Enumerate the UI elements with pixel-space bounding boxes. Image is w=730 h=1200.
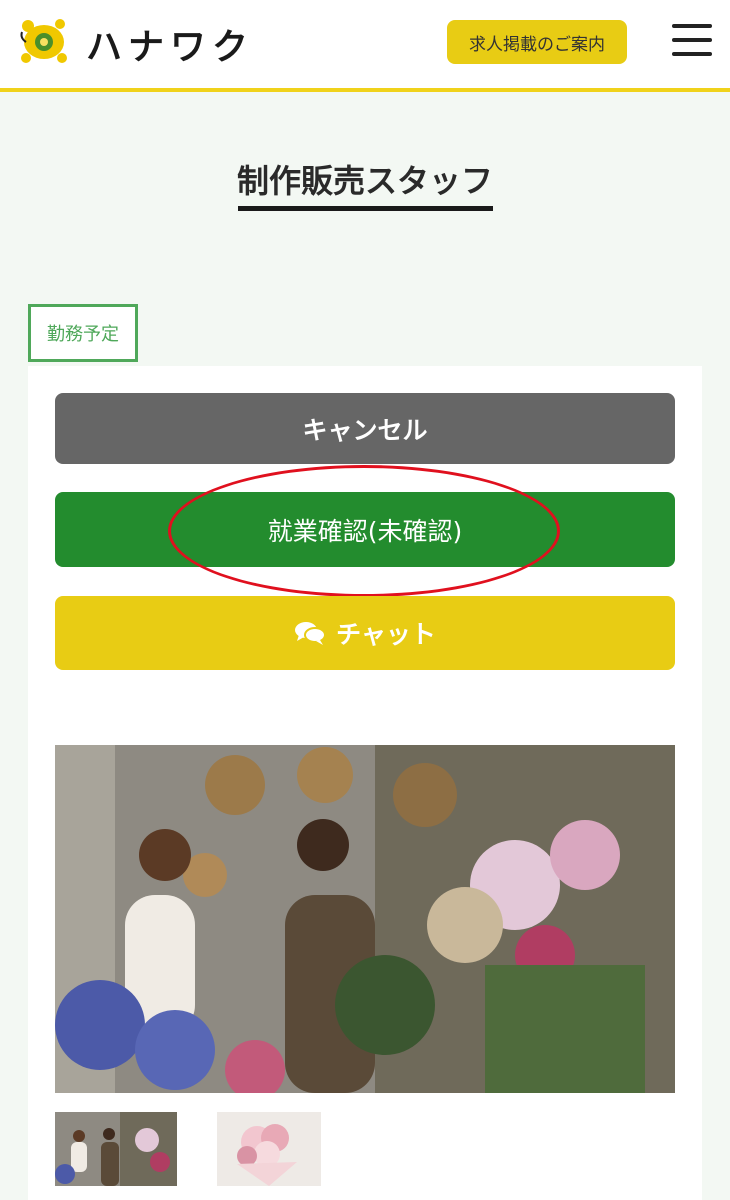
work-confirmation-button[interactable]: 就業確認(未確認) xyxy=(55,492,675,567)
title-underline xyxy=(238,206,493,211)
chat-button[interactable]: チャット xyxy=(55,596,675,670)
turtle-flower-logo-icon[interactable] xyxy=(16,12,72,68)
cancel-button[interactable]: キャンセル xyxy=(55,393,675,464)
logo-text[interactable]: ハナワク xyxy=(86,18,254,70)
florists-photo[interactable] xyxy=(55,745,675,1093)
work-confirmation-label: 就業確認(未確認) xyxy=(267,516,463,546)
status-badge: 勤務予定 xyxy=(28,304,138,362)
florists-thumbnail[interactable] xyxy=(55,1112,177,1186)
bouquet-thumbnail[interactable] xyxy=(217,1112,321,1186)
chat-bubbles-icon xyxy=(295,622,327,645)
recruit-info-button[interactable]: 求人掲載のご案内 xyxy=(447,20,627,64)
cancel-button-label: キャンセル xyxy=(302,415,428,445)
site-header: ハナワク 求人掲載のご案内 xyxy=(0,0,730,92)
chat-button-label: チャット xyxy=(336,620,436,649)
page-title: 制作販売スタッフ xyxy=(236,162,493,200)
hamburger-menu-icon[interactable] xyxy=(672,22,712,58)
